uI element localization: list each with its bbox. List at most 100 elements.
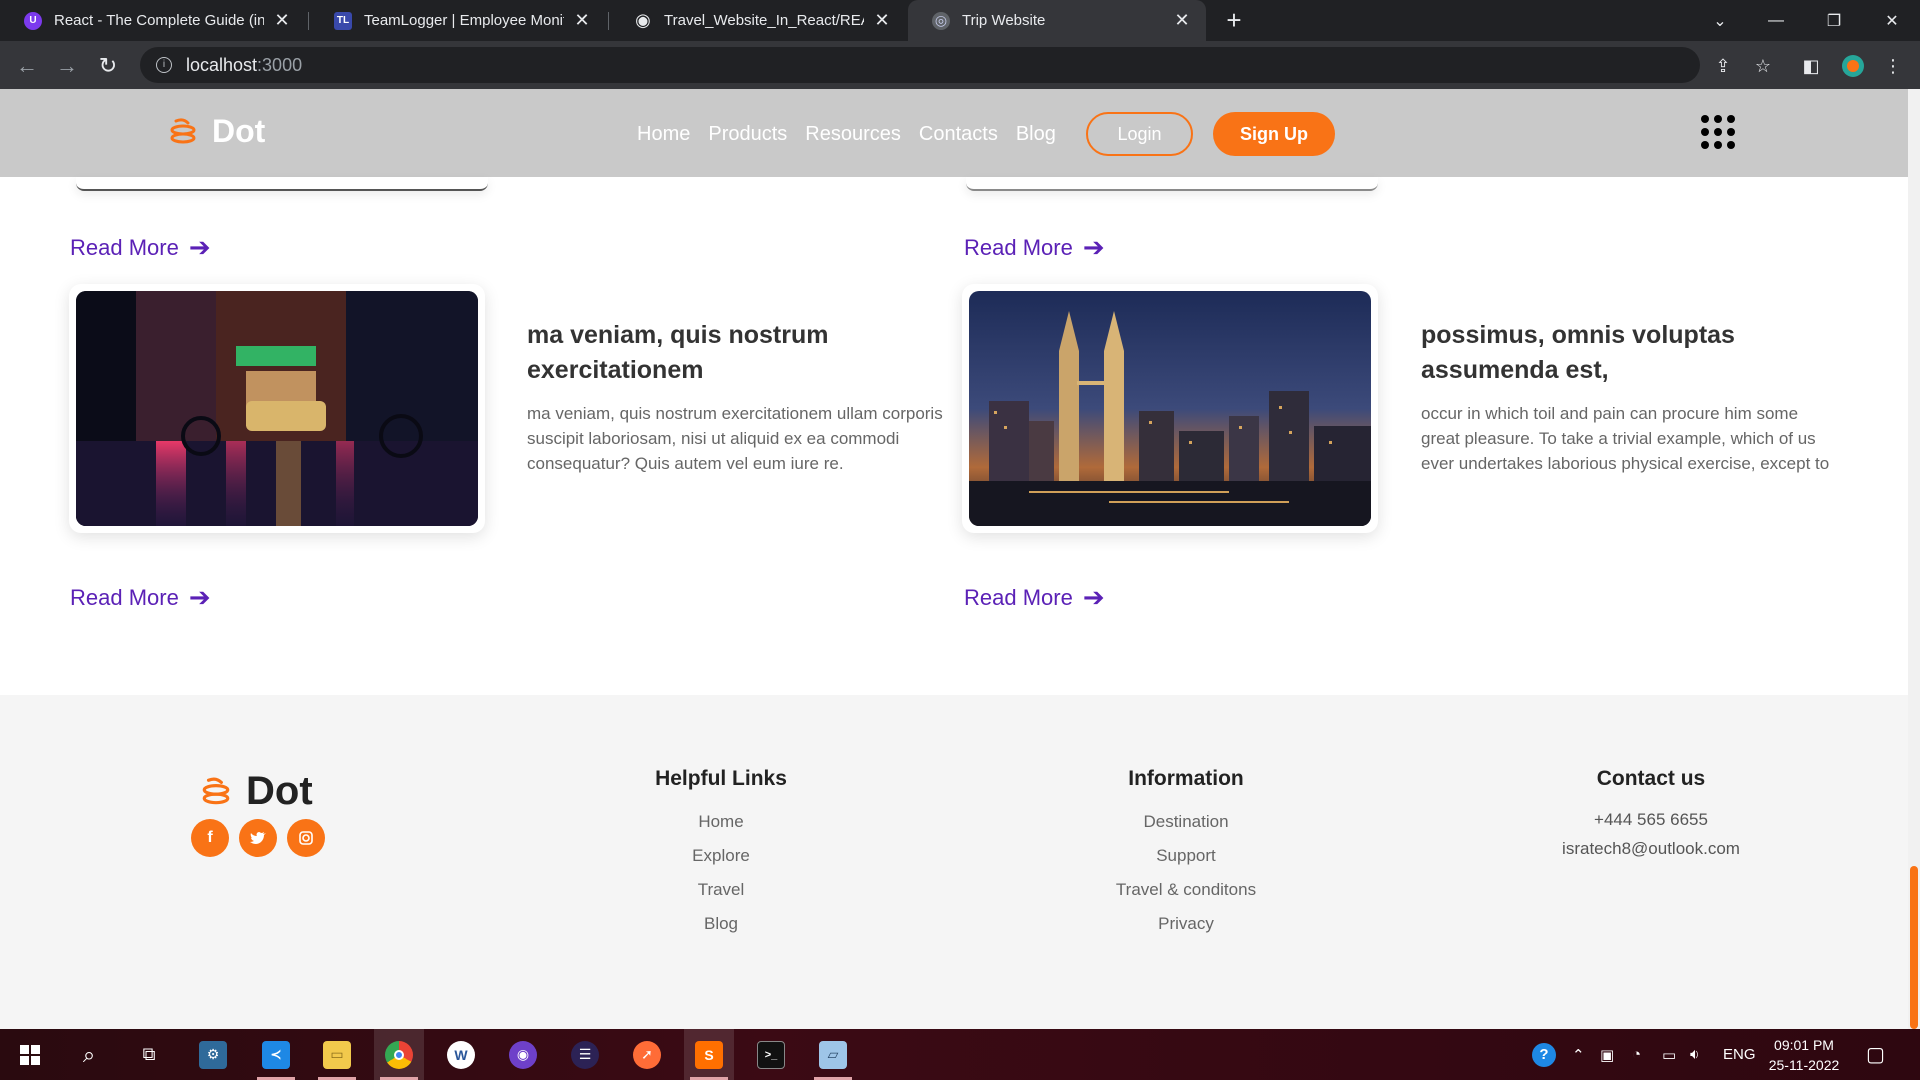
share-icon[interactable]: ⇪ (1712, 55, 1734, 77)
close-tab-icon[interactable]: ✕ (572, 10, 592, 31)
apps-grid-icon[interactable] (1701, 115, 1735, 149)
tab-search-chevron-icon[interactable]: ⌄ (1692, 0, 1748, 41)
brand-name: Dot (212, 113, 266, 149)
bookmark-star-icon[interactable]: ☆ (1752, 55, 1774, 77)
nav-blog[interactable]: Blog (1016, 123, 1056, 146)
footer-link-destination[interactable]: Destination (1036, 805, 1336, 839)
tab-title: TeamLogger | Employee Monitori (364, 12, 564, 29)
new-tab-icon[interactable]: + (1220, 6, 1248, 34)
site-brand[interactable]: Dot (168, 113, 265, 150)
help-icon[interactable]: ? (1532, 1029, 1556, 1080)
footer-link-travel-conditions[interactable]: Travel & conditons (1036, 873, 1336, 907)
windows-start-icon[interactable] (5, 1029, 55, 1080)
close-tab-icon[interactable]: ✕ (272, 10, 292, 31)
facebook-icon[interactable]: f (191, 819, 229, 857)
browser-tab[interactable]: ◉ Travel_Website_In_React/READM ✕ (610, 0, 906, 41)
footer-brand-name: Dot (246, 769, 313, 813)
mysql-workbench-icon[interactable]: ⚙ (188, 1029, 238, 1080)
terminal-icon[interactable]: >_ (746, 1029, 796, 1080)
dot-logo-icon (202, 776, 230, 804)
vscode-icon[interactable]: ≺ (251, 1029, 301, 1080)
task-view-icon[interactable]: ⧉ (124, 1029, 174, 1080)
login-button[interactable]: Login (1086, 112, 1193, 156)
reload-icon[interactable]: ↻ (95, 53, 121, 79)
footer-link-privacy[interactable]: Privacy (1036, 907, 1336, 941)
signup-button[interactable]: Sign Up (1213, 112, 1335, 156)
nav-products[interactable]: Products (708, 123, 787, 146)
instagram-icon[interactable] (287, 819, 325, 857)
wifi-icon[interactable]: ◔ (1632, 1029, 1641, 1080)
language-indicator[interactable]: ENG (1723, 1029, 1756, 1080)
read-more-link[interactable]: Read More ➔ (70, 582, 211, 613)
search-icon[interactable]: ⌕ (64, 1029, 114, 1080)
read-more-label: Read More (964, 584, 1073, 610)
post-title[interactable]: possimus, omnis voluptas assumenda est, (1421, 318, 1841, 388)
browser-menu-icon[interactable]: ⋮ (1882, 55, 1904, 77)
site-footer: Dot f Helpful Links Home Explore Travel … (0, 695, 1908, 1029)
udemy-favicon-icon: U (24, 11, 42, 30)
nav-home[interactable]: Home (637, 123, 690, 146)
forward-icon[interactable]: → (54, 53, 80, 79)
page-scrollbar-thumb[interactable] (1910, 866, 1918, 1029)
post-image-card[interactable] (962, 284, 1378, 533)
post-image-night-skyline (969, 291, 1371, 526)
volume-icon[interactable]: 🔉︎ (1690, 1029, 1699, 1080)
restore-icon[interactable]: ❐ (1806, 0, 1862, 41)
browser-tab[interactable]: U React - The Complete Guide (incl ✕ (0, 0, 306, 41)
footer-link-support[interactable]: Support (1036, 839, 1336, 873)
postman-icon[interactable]: ➚ (622, 1029, 672, 1080)
footer-brand[interactable]: Dot (200, 769, 313, 814)
read-more-label: Read More (964, 234, 1073, 260)
battery-icon[interactable]: ▭ (1662, 1029, 1676, 1080)
footer-heading: Information (1128, 767, 1244, 790)
footer-link-travel[interactable]: Travel (571, 873, 871, 907)
meet-now-icon[interactable]: ▣ (1600, 1029, 1614, 1080)
notifications-icon[interactable]: ▢ (1866, 1029, 1885, 1080)
word-icon[interactable]: W (436, 1029, 486, 1080)
tab-title: React - The Complete Guide (incl (54, 12, 264, 29)
github-desktop-icon[interactable]: ◉ (498, 1029, 548, 1080)
social-links: f (191, 819, 325, 857)
sublime-badge-icon[interactable]: S (684, 1029, 734, 1080)
chrome-icon[interactable] (374, 1029, 424, 1080)
tab-title: Trip Website (962, 12, 1046, 29)
read-more-link[interactable]: Read More ➔ (964, 232, 1105, 263)
footer-link-explore[interactable]: Explore (571, 839, 871, 873)
footer-link-blog[interactable]: Blog (571, 907, 871, 941)
browser-tab-active[interactable]: ◎ Trip Website ✕ (908, 0, 1206, 41)
arrow-right-icon: ➔ (1082, 582, 1105, 612)
footer-link-home[interactable]: Home (571, 805, 871, 839)
minimize-icon[interactable]: — (1748, 0, 1804, 41)
footer-helpful-links: Helpful Links Home Explore Travel Blog (571, 767, 871, 941)
main-menu: Home Products Resources Contacts Blog (637, 123, 1056, 146)
post-title[interactable]: ma veniam, quis nostrum exercitationem (527, 318, 947, 388)
browser-tab[interactable]: TL TeamLogger | Employee Monitori ✕ (310, 0, 606, 41)
nav-resources[interactable]: Resources (805, 123, 901, 146)
back-icon[interactable]: ← (14, 53, 40, 79)
tab-title: Travel_Website_In_React/READM (664, 12, 864, 29)
profile-avatar[interactable] (1842, 55, 1864, 77)
arrow-right-icon: ➔ (188, 232, 211, 262)
contact-email[interactable]: isratech8@outlook.com (1501, 834, 1801, 863)
read-more-link[interactable]: Read More ➔ (964, 582, 1105, 613)
contact-phone[interactable]: +444 565 6655 (1501, 805, 1801, 834)
address-bar[interactable]: i localhost:3000 (140, 47, 1700, 83)
file-explorer-icon[interactable]: ▭ (312, 1029, 362, 1080)
teamlogger-favicon-icon: TL (334, 11, 352, 30)
nav-contacts[interactable]: Contacts (919, 123, 998, 146)
read-more-link[interactable]: Read More ➔ (70, 232, 211, 263)
post-excerpt: ma veniam, quis nostrum exercitationem u… (527, 404, 943, 473)
close-tab-icon[interactable]: ✕ (872, 10, 892, 31)
twitter-icon[interactable] (239, 819, 277, 857)
post-image-card[interactable] (69, 284, 485, 533)
close-window-icon[interactable]: ✕ (1864, 0, 1920, 41)
notes-app-icon[interactable]: ▱ (808, 1029, 858, 1080)
footer-heading: Helpful Links (655, 767, 787, 790)
tray-chevron-icon[interactable]: ⌃ (1572, 1029, 1585, 1080)
eclipse-icon[interactable]: ☰ (560, 1029, 610, 1080)
system-clock[interactable]: 09:01 PM 25-11-2022 (1764, 1035, 1844, 1075)
site-info-icon[interactable]: i (156, 57, 172, 73)
side-panel-icon[interactable]: ◧ (1800, 55, 1822, 77)
browser-toolbar: ← → ↻ i localhost:3000 ⇪ ☆ ◧ ⋮ (0, 41, 1920, 89)
close-tab-icon[interactable]: ✕ (1172, 10, 1192, 31)
